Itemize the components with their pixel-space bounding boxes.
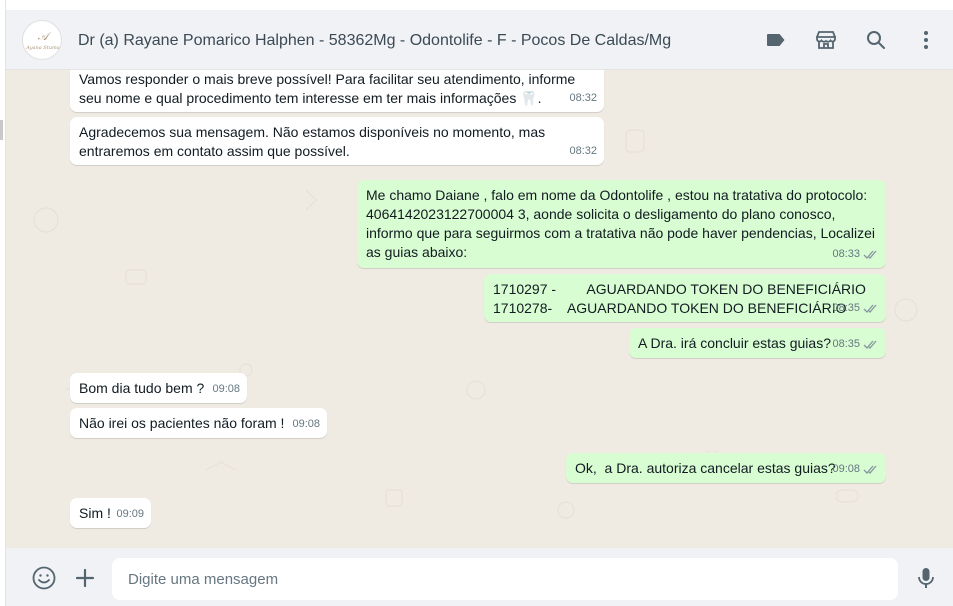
message-time: 08:32 (569, 145, 597, 157)
panel-resize-handle[interactable] (0, 120, 3, 140)
message-text: Vamos responder o mais breve possível! P… (79, 71, 576, 106)
emoji-icon[interactable] (31, 565, 57, 591)
label-icon[interactable] (764, 28, 788, 52)
message-text: Não irei os pacientes não foram ! (79, 415, 285, 431)
search-icon[interactable] (864, 28, 888, 52)
message-incoming[interactable]: Vamos responder o mais breve possível! P… (70, 70, 604, 112)
message-text: Agradecemos sua mensagem. Não estamos di… (79, 124, 546, 159)
message-time: 08:32 (569, 92, 597, 104)
message-time: 08:35 (832, 302, 860, 314)
message-time: 08:33 (832, 248, 860, 260)
message-time: 09:08 (292, 418, 320, 430)
message-meta: 08:32 (569, 142, 597, 161)
message-text: 1710297 - AGUARDANDO TOKEN DO BENEFICIÁR… (493, 281, 866, 316)
menu-icon[interactable] (914, 28, 938, 52)
message-meta: 09:09 (116, 505, 144, 524)
message-input[interactable] (112, 558, 898, 600)
store-icon[interactable] (814, 28, 838, 52)
message-meta: 08:33 (832, 245, 879, 264)
attach-icon[interactable] (72, 565, 98, 591)
message-meta: 08:35 (832, 299, 879, 318)
message-time: 09:08 (212, 383, 240, 395)
svg-text:Ayana Stuma: Ayana Stuma (25, 45, 59, 51)
double-check-icon (863, 340, 877, 349)
avatar-logo-icon: 𝒜 Ayana Stuma (25, 30, 59, 51)
message-meta: 09:08 (292, 415, 320, 434)
message-incoming[interactable]: Não irei os pacientes não foram ! 09:08 (70, 408, 327, 438)
double-check-icon (863, 250, 877, 259)
double-check-icon (863, 465, 877, 474)
message-meta: 09:08 (212, 380, 240, 399)
message-meta: 09:08 (832, 460, 879, 479)
message-list[interactable]: Vamos responder o mais breve possível! P… (6, 70, 953, 548)
message-meta: 08:32 (569, 89, 597, 108)
composer-bar (6, 548, 953, 606)
contact-avatar[interactable]: 𝒜 Ayana Stuma (22, 20, 62, 60)
mic-icon[interactable] (913, 565, 939, 591)
message-meta: 08:35 (832, 335, 879, 354)
message-incoming[interactable]: Bom dia tudo bem ? 09:08 (70, 373, 247, 403)
message-time: 09:08 (832, 463, 860, 475)
chat-window: 𝒜 Ayana Stuma Dr (a) Rayane Pomarico Hal… (6, 10, 953, 606)
message-outgoing[interactable]: A Dra. irá concluir estas guias? 08:35 (629, 328, 886, 358)
chat-header[interactable]: 𝒜 Ayana Stuma Dr (a) Rayane Pomarico Hal… (6, 10, 953, 70)
message-time: 09:09 (116, 508, 144, 520)
svg-text:𝒜: 𝒜 (38, 30, 52, 43)
message-incoming[interactable]: Agradecemos sua mensagem. Não estamos di… (70, 117, 604, 165)
message-text: Me chamo Daiane , falo em nome da Odonto… (366, 187, 875, 260)
message-time: 08:35 (832, 338, 860, 350)
message-outgoing[interactable]: Me chamo Daiane , falo em nome da Odonto… (357, 180, 886, 268)
double-check-icon (863, 304, 877, 313)
message-outgoing[interactable]: 1710297 - AGUARDANDO TOKEN DO BENEFICIÁR… (484, 274, 886, 322)
message-incoming[interactable]: Sim ! 09:09 (70, 498, 151, 528)
message-outgoing[interactable]: Ok, a Dra. autoriza cancelar estas guias… (566, 453, 886, 483)
chat-title[interactable]: Dr (a) Rayane Pomarico Halphen - 58362Mg… (78, 32, 671, 50)
